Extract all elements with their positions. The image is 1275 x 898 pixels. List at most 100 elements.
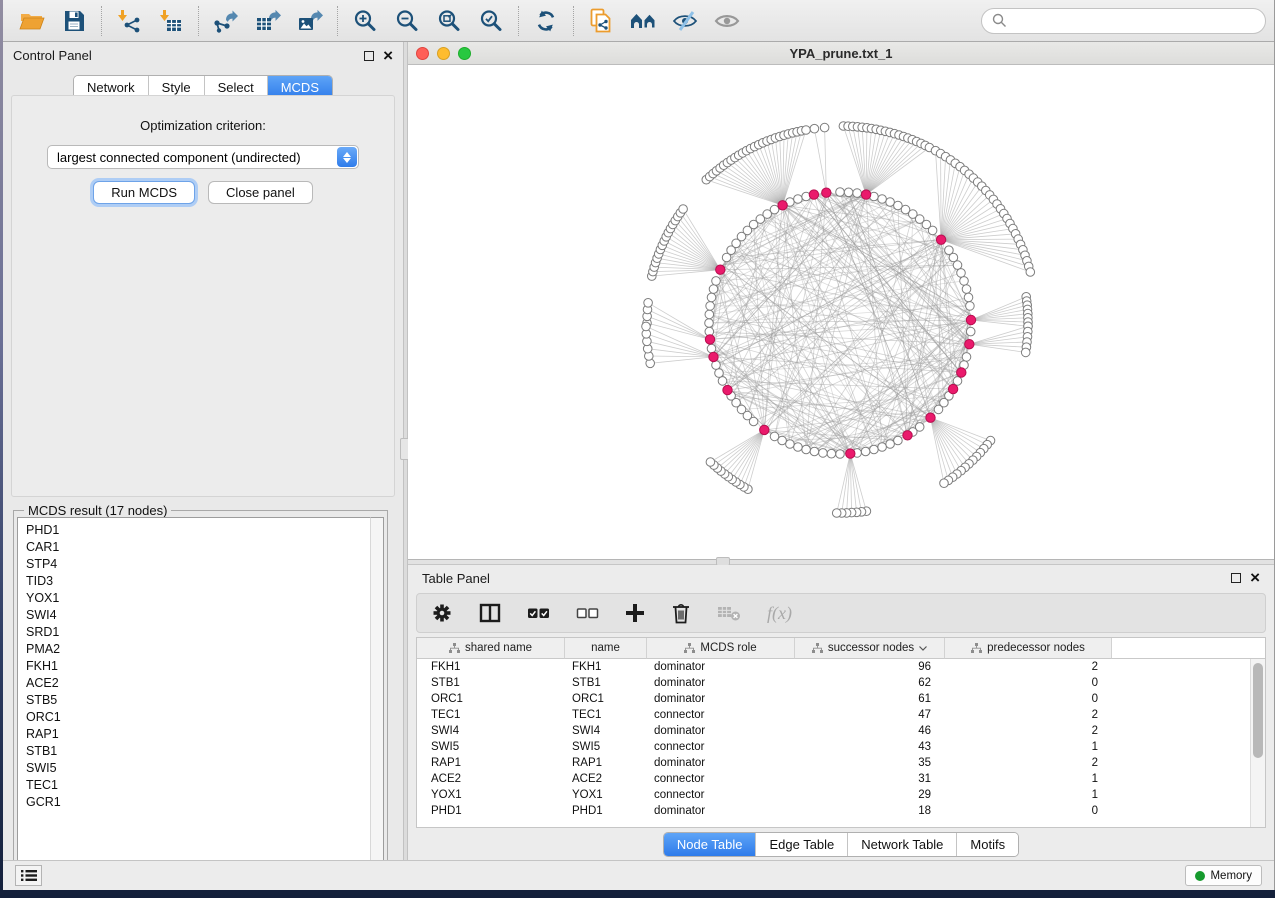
close-panel-icon[interactable]: × [1250, 573, 1260, 583]
cell[interactable]: 0 [945, 677, 1112, 689]
mcds-result-item[interactable]: PMA2 [18, 640, 370, 657]
table-row[interactable]: ACE2ACE2connector311 [417, 771, 1265, 787]
close-panel-button[interactable]: Close panel [208, 181, 313, 204]
zoom-fit-button[interactable] [428, 3, 470, 39]
cell[interactable]: 1 [945, 773, 1112, 785]
cell[interactable]: 61 [795, 693, 945, 705]
hide-selected-button[interactable] [664, 3, 706, 39]
cell[interactable]: ORC1 [417, 693, 565, 705]
add-column-button[interactable] [625, 603, 645, 623]
mcds-result-item[interactable]: SWI5 [18, 759, 370, 776]
cell[interactable]: FKH1 [565, 661, 647, 673]
run-mcds-button[interactable]: Run MCDS [93, 181, 195, 204]
import-table-button[interactable] [150, 3, 192, 39]
cell[interactable]: TEC1 [417, 709, 565, 721]
cell[interactable]: 96 [795, 661, 945, 673]
import-network-button[interactable] [108, 3, 150, 39]
column-header-successor-nodes[interactable]: successor nodes [795, 638, 945, 659]
table-row[interactable]: STB1STB1dominator620 [417, 675, 1265, 691]
delete-table-button[interactable] [717, 604, 741, 622]
cell[interactable]: STB1 [565, 677, 647, 689]
cell[interactable]: 0 [945, 693, 1112, 705]
save-session-button[interactable] [53, 3, 95, 39]
search-input[interactable] [1013, 14, 1255, 28]
cell[interactable]: 31 [795, 773, 945, 785]
cell[interactable]: ORC1 [565, 693, 647, 705]
show-columns-button[interactable] [479, 603, 501, 623]
cell[interactable]: 0 [945, 805, 1112, 817]
cell[interactable]: connector [647, 773, 795, 785]
mcds-result-item[interactable]: GCR1 [18, 793, 370, 810]
network-graph[interactable] [408, 65, 1274, 559]
table-row[interactable]: PHD1PHD1dominator180 [417, 803, 1265, 819]
cell[interactable]: ACE2 [417, 773, 565, 785]
cell[interactable]: TEC1 [565, 709, 647, 721]
cell[interactable]: 35 [795, 757, 945, 769]
select-all-button[interactable] [527, 605, 550, 621]
cell[interactable]: 1 [945, 789, 1112, 801]
column-header-shared-name[interactable]: shared name [417, 638, 565, 659]
cell[interactable]: YOX1 [565, 789, 647, 801]
table-settings-button[interactable] [431, 602, 453, 624]
optimization-criterion-select[interactable]: largest connected component (undirected) [47, 145, 359, 169]
zoom-in-button[interactable] [344, 3, 386, 39]
cell[interactable]: FKH1 [417, 661, 565, 673]
cell[interactable]: dominator [647, 757, 795, 769]
export-table-button[interactable] [247, 3, 289, 39]
mcds-result-item[interactable]: SWI4 [18, 606, 370, 623]
mcds-result-item[interactable]: TID3 [18, 572, 370, 589]
cell[interactable]: connector [647, 709, 795, 721]
zoom-out-button[interactable] [386, 3, 428, 39]
cell[interactable]: STB1 [417, 677, 565, 689]
cell[interactable]: dominator [647, 661, 795, 673]
zoom-selected-button[interactable] [470, 3, 512, 39]
table-row[interactable]: ORC1ORC1dominator610 [417, 691, 1265, 707]
cell[interactable]: SWI4 [565, 725, 647, 737]
memory-button[interactable]: Memory [1185, 865, 1262, 886]
table-row[interactable]: YOX1YOX1connector291 [417, 787, 1265, 803]
mcds-result-item[interactable]: CAR1 [18, 538, 370, 555]
cell[interactable]: 18 [795, 805, 945, 817]
mcds-result-item[interactable]: STB1 [18, 742, 370, 759]
first-neighbors-button[interactable] [622, 3, 664, 39]
cell[interactable]: ACE2 [565, 773, 647, 785]
cell[interactable]: RAP1 [565, 757, 647, 769]
cell[interactable]: PHD1 [417, 805, 565, 817]
cell[interactable]: dominator [647, 693, 795, 705]
delete-column-button[interactable] [671, 602, 691, 624]
column-header-predecessor-nodes[interactable]: predecessor nodes [945, 638, 1112, 659]
mcds-result-item[interactable]: FKH1 [18, 657, 370, 674]
minimize-window-icon[interactable] [437, 47, 450, 60]
table-scrollbar[interactable] [1250, 659, 1265, 827]
cell[interactable]: dominator [647, 725, 795, 737]
maximize-window-icon[interactable] [458, 47, 471, 60]
table-row[interactable]: RAP1RAP1dominator352 [417, 755, 1265, 771]
tab-edge-table[interactable]: Edge Table [755, 833, 847, 856]
cell[interactable]: 29 [795, 789, 945, 801]
cell[interactable]: 43 [795, 741, 945, 753]
float-panel-icon[interactable] [1231, 573, 1241, 583]
close-panel-icon[interactable]: × [383, 51, 393, 61]
cell[interactable]: 46 [795, 725, 945, 737]
tab-network-table[interactable]: Network Table [847, 833, 956, 856]
duplicate-network-button[interactable] [580, 3, 622, 39]
column-header-MCDS-role[interactable]: MCDS role [647, 638, 795, 659]
mcds-result-item[interactable]: PHD1 [18, 521, 370, 538]
cell[interactable]: 1 [945, 741, 1112, 753]
cell[interactable]: 2 [945, 709, 1112, 721]
mcds-result-item[interactable]: ACE2 [18, 674, 370, 691]
cell[interactable]: SWI5 [565, 741, 647, 753]
cell[interactable]: 62 [795, 677, 945, 689]
tab-node-table[interactable]: Node Table [664, 833, 756, 856]
scrollbar-thumb[interactable] [1253, 663, 1263, 758]
cell[interactable]: connector [647, 789, 795, 801]
mcds-result-item[interactable]: SRD1 [18, 623, 370, 640]
result-list-scrollbar[interactable] [370, 517, 384, 876]
network-window-titlebar[interactable]: YPA_prune.txt_1 [408, 42, 1274, 65]
cell[interactable]: PHD1 [565, 805, 647, 817]
table-row[interactable]: TEC1TEC1connector472 [417, 707, 1265, 723]
cell[interactable]: YOX1 [417, 789, 565, 801]
export-image-button[interactable] [289, 3, 331, 39]
mcds-result-item[interactable]: ORC1 [18, 708, 370, 725]
function-builder-button[interactable]: f(x) [767, 603, 792, 624]
